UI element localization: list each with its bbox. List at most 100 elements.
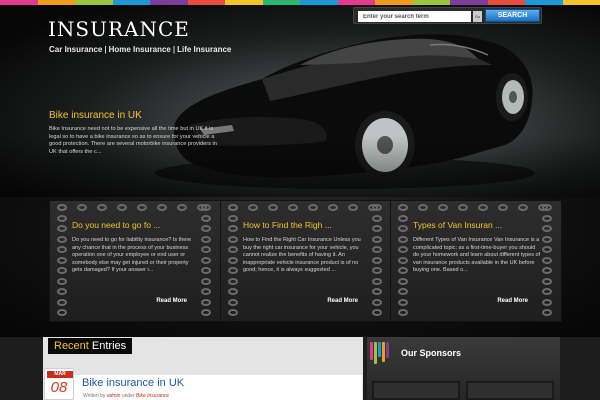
binder-ring-icon	[201, 288, 211, 295]
binder-ring-icon	[542, 214, 552, 222]
calendar-month: MAR	[47, 371, 73, 378]
binder-ring-icon	[542, 298, 552, 306]
category-link[interactable]: Bike Insurance	[136, 393, 169, 399]
binder-ring-icon	[57, 225, 67, 232]
post-card: How to Find the Righ ... How to Find the…	[220, 200, 392, 322]
binder-rings-right	[200, 203, 216, 319]
post-card: Do you need to go fo ... Do you need to …	[49, 200, 221, 322]
binder-ring-icon	[228, 256, 238, 264]
binder-rings-right	[371, 203, 387, 319]
binder-ring-icon	[228, 214, 238, 222]
entry-title-link[interactable]: Bike insurance in UK	[82, 377, 184, 389]
binder-ring-icon	[201, 267, 211, 274]
binder-ring-icon	[372, 267, 382, 274]
binder-ring-icon	[157, 204, 167, 211]
binder-ring-icon	[372, 225, 382, 232]
binder-ring-icon	[117, 204, 127, 211]
search-box: Go SEARCH	[353, 7, 542, 24]
binder-ring-icon	[398, 225, 408, 232]
binder-ring-icon	[57, 214, 67, 222]
binder-ring-icon	[228, 267, 238, 274]
heading-word-entries: Entries	[91, 340, 127, 352]
binder-ring-icon	[228, 246, 238, 253]
binder-ring-icon	[201, 204, 211, 211]
binder-ring-icon	[372, 214, 382, 222]
binder-ring-icon	[498, 204, 508, 211]
read-more-link[interactable]: Read More	[497, 298, 528, 304]
post-card-excerpt: How to Find the Right Car Insurance Unle…	[243, 237, 361, 274]
binder-ring-icon	[228, 277, 238, 285]
sponsor-banner[interactable]	[372, 381, 460, 400]
calendar-date-icon: MAR 08	[44, 368, 74, 400]
binder-ring-icon	[177, 204, 187, 211]
binder-ring-icon	[288, 204, 298, 211]
post-card-title[interactable]: How to Find the Righ ...	[243, 220, 373, 230]
binder-ring-icon	[542, 288, 552, 295]
binder-ring-icon	[372, 288, 382, 295]
binder-ring-icon	[542, 204, 552, 211]
binder-ring-icon	[398, 288, 408, 295]
post-card-title[interactable]: Types of Van Insuran ...	[413, 220, 543, 230]
binder-ring-icon	[398, 267, 408, 274]
binder-ring-icon	[542, 256, 552, 264]
binder-ring-icon	[542, 267, 552, 274]
nav-link-life-insurance[interactable]: Life Insurance	[177, 45, 231, 54]
binder-ring-icon	[57, 277, 67, 285]
binder-ring-icon	[57, 267, 67, 274]
nav-link-car-insurance[interactable]: Car Insurance	[49, 45, 102, 54]
binder-ring-icon	[57, 288, 67, 295]
binder-ring-icon	[372, 256, 382, 264]
binder-ring-icon	[398, 235, 408, 243]
binder-ring-icon	[372, 246, 382, 253]
search-input[interactable]	[358, 11, 471, 22]
binder-ring-icon	[372, 298, 382, 306]
binder-ring-icon	[57, 246, 67, 253]
binder-ring-icon	[518, 204, 528, 211]
entry-meta: Written by admin under Bike Insurance	[83, 393, 169, 399]
sponsors-stripes-icon	[370, 342, 392, 364]
binder-ring-icon	[201, 298, 211, 306]
binder-ring-icon	[438, 204, 448, 211]
binder-ring-icon	[418, 204, 428, 211]
binder-ring-icon	[372, 204, 382, 211]
binder-ring-icon	[398, 246, 408, 253]
nav-link-home-insurance[interactable]: Home Insurance	[109, 45, 171, 54]
binder-ring-icon	[398, 204, 408, 211]
binder-ring-icon	[228, 309, 238, 316]
sponsor-banner[interactable]	[466, 381, 554, 400]
binder-ring-icon	[137, 204, 147, 211]
binder-ring-icon	[201, 256, 211, 264]
read-more-link[interactable]: Read More	[156, 298, 187, 304]
binder-ring-icon	[372, 277, 382, 285]
top-nav: Car Insurance | Home Insurance | Life Insura…	[49, 45, 231, 54]
search-button[interactable]: SEARCH	[485, 9, 540, 22]
heading-word-recent: Recent	[54, 340, 89, 352]
calendar-day: 08	[50, 379, 68, 396]
featured-post-title[interactable]: Bike insurance in UK	[49, 110, 142, 121]
search-go-button[interactable]: Go	[473, 11, 482, 22]
binder-ring-icon	[542, 277, 552, 285]
author-link[interactable]: admin	[107, 393, 121, 399]
binder-rings-left	[56, 203, 72, 319]
binder-ring-icon	[77, 204, 87, 211]
binder-ring-icon	[372, 309, 382, 316]
post-card-title[interactable]: Do you need to go fo ...	[72, 220, 202, 230]
binder-rings-right	[541, 203, 557, 319]
binder-ring-icon	[542, 246, 552, 253]
binder-ring-icon	[228, 204, 238, 211]
binder-ring-icon	[57, 235, 67, 243]
binder-ring-icon	[201, 277, 211, 285]
binder-ring-icon	[398, 277, 408, 285]
binder-ring-icon	[308, 204, 318, 211]
binder-ring-icon	[228, 288, 238, 295]
read-more-link[interactable]: Read More	[327, 298, 358, 304]
binder-ring-icon	[248, 204, 258, 211]
binder-ring-icon	[201, 235, 211, 243]
binder-ring-icon	[228, 298, 238, 306]
binder-ring-icon	[348, 204, 358, 211]
binder-ring-icon	[478, 204, 488, 211]
site-title[interactable]: INSURANCE	[48, 17, 190, 41]
binder-ring-icon	[201, 246, 211, 253]
binder-ring-icon	[57, 256, 67, 264]
binder-ring-icon	[542, 235, 552, 243]
